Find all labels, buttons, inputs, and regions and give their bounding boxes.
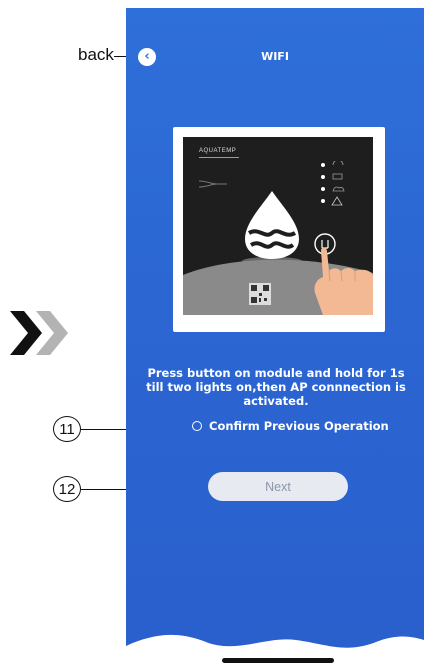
instruction-text: Press button on module and hold for 1s t… — [146, 366, 406, 408]
module-logo-underline — [199, 157, 239, 158]
confirm-previous-operation[interactable]: Confirm Previous Operation — [192, 419, 389, 433]
next-button[interactable]: Next — [208, 472, 348, 501]
annotation-11: 11 — [53, 416, 81, 442]
module-illustration: AQUATEMP — [173, 127, 385, 332]
qr-code-icon — [249, 283, 271, 305]
page-title: WIFI — [261, 50, 289, 63]
module-panel: AQUATEMP — [183, 137, 373, 315]
module-logo: AQUATEMP — [199, 148, 237, 154]
hand-press-icon — [314, 233, 373, 315]
phone-screen: ‹ WIFI AQUATEMP Press button on module a… — [126, 8, 424, 663]
annotation-12: 12 — [53, 476, 81, 502]
cable-icon — [199, 180, 227, 188]
indicator-lights — [321, 161, 345, 206]
next-arrows-icon — [10, 311, 68, 355]
home-indicator — [222, 658, 334, 663]
confirm-label: Confirm Previous Operation — [209, 419, 389, 433]
back-annotation-label: back — [78, 45, 114, 64]
radio-icon[interactable] — [192, 421, 202, 431]
